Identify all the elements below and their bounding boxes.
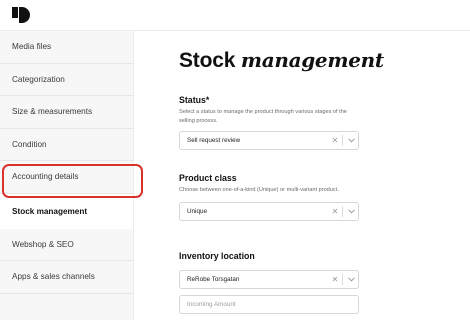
- close-icon[interactable]: ✕: [329, 136, 341, 145]
- inventory-location-label: Inventory location: [179, 251, 255, 261]
- product-class-select[interactable]: Unique ✕: [179, 202, 359, 221]
- page-title-plain: Stock: [179, 49, 236, 72]
- main-content: Stock management Status* Select a status…: [135, 31, 470, 320]
- product-class-select-value: Unique: [187, 208, 207, 215]
- inventory-location-select-value: ReRobe Torsgatan: [187, 276, 240, 283]
- sidebar-item-label: Size & measurements: [12, 107, 93, 117]
- status-select[interactable]: Sell request review ✕: [179, 131, 359, 150]
- status-help-text: Select a status to manage the product th…: [179, 109, 347, 124]
- sidebar-item-label: Stock management: [12, 207, 88, 216]
- incoming-amount-input[interactable]: [179, 295, 359, 314]
- select-divider: [342, 274, 343, 285]
- sidebar-item-label: Categorization: [12, 74, 65, 84]
- top-bar: [0, 0, 470, 31]
- sidebar-item-media-files[interactable]: Media files: [0, 31, 133, 64]
- sidebar-item-size-measurements[interactable]: Size & measurements: [0, 96, 133, 129]
- status-select-value: Sell request review: [187, 137, 241, 144]
- sidebar-item-stock-management[interactable]: Stock management: [0, 194, 133, 229]
- close-icon[interactable]: ✕: [329, 275, 341, 284]
- sidebar-item-label: Accounting details: [12, 172, 79, 182]
- product-class-label: Product class: [179, 173, 237, 183]
- sidebar-item-label: Media files: [12, 42, 52, 52]
- chevron-down-icon[interactable]: [344, 138, 358, 143]
- sidebar: Media files Categorization Size & measur…: [0, 31, 134, 320]
- page-title: Stock management: [179, 48, 384, 73]
- select-divider: [342, 135, 343, 146]
- sidebar-item-label: Webshop & SEO: [12, 239, 74, 249]
- sidebar-item-categorization[interactable]: Categorization: [0, 64, 133, 96]
- sidebar-item-webshop-seo[interactable]: Webshop & SEO: [0, 229, 133, 261]
- chevron-down-icon[interactable]: [344, 209, 358, 214]
- sidebar-item-label: Condition: [12, 139, 47, 149]
- sidebar-item-label: Apps & sales channels: [12, 272, 95, 282]
- brand-logo[interactable]: [12, 7, 31, 24]
- page-title-italic: management: [240, 48, 384, 72]
- sidebar-item-condition[interactable]: Condition: [0, 129, 133, 161]
- inventory-location-select[interactable]: ReRobe Torsgatan ✕: [179, 270, 359, 289]
- select-divider: [342, 206, 343, 217]
- status-label: Status*: [179, 95, 210, 105]
- close-icon[interactable]: ✕: [329, 207, 341, 216]
- chevron-down-icon[interactable]: [344, 277, 358, 282]
- sidebar-item-accounting-details[interactable]: Accounting details: [0, 161, 133, 194]
- sidebar-item-apps-sales-channels[interactable]: Apps & sales channels: [0, 261, 133, 294]
- product-class-help-text: Choose between one-of-a-kind (Unique) or…: [179, 187, 339, 193]
